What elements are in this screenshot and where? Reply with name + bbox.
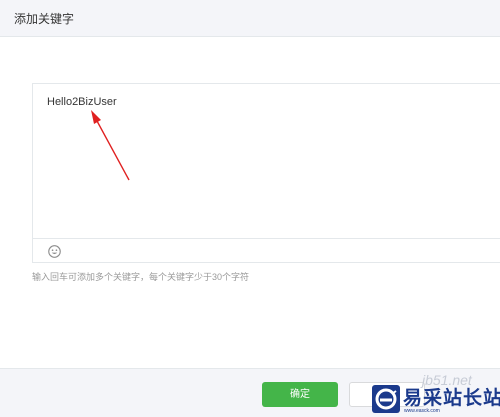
add-keyword-dialog: 添加关键字 Hello2BizUser 输入回车可添加多个关键字，每个关键字少于… bbox=[0, 0, 500, 417]
watermark-url-text: www.easck.com bbox=[404, 408, 440, 414]
site-logo-icon bbox=[372, 385, 400, 413]
keyword-input-text[interactable]: Hello2BizUser bbox=[47, 96, 117, 108]
smiley-face-icon[interactable] bbox=[48, 245, 61, 258]
keyword-hint-text: 输入回车可添加多个关键字，每个关键字少于30个字符 bbox=[32, 272, 250, 282]
watermark-brand-text: 易采站长站 bbox=[403, 388, 500, 409]
keyword-editor[interactable]: Hello2BizUser bbox=[32, 83, 500, 263]
site-watermark: 易采站长站 www.easck.com bbox=[363, 380, 500, 417]
editor-toolbar bbox=[33, 238, 500, 264]
confirm-button[interactable]: 确定 bbox=[262, 382, 338, 407]
dialog-title: 添加关键字 bbox=[14, 12, 75, 26]
dialog-header: 添加关键字 bbox=[0, 0, 500, 37]
